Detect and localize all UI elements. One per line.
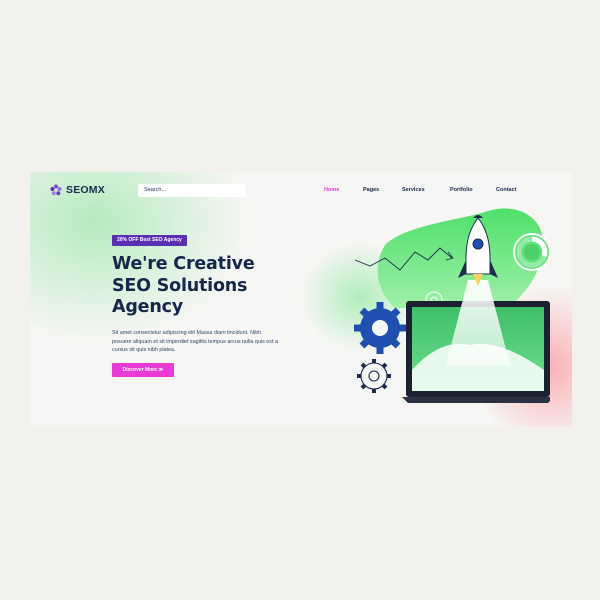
brand-name: SEOMX: [66, 184, 105, 196]
nav-services[interactable]: Services: [402, 187, 425, 193]
hero-description: Sit amet consectetur adipiscing elit Mas…: [112, 330, 278, 353]
gear-outline-icon: [357, 359, 391, 393]
logo-icon: [50, 184, 62, 196]
headline-line-2: SEO Solutions: [112, 275, 248, 296]
nav-contact[interactable]: Contact: [496, 187, 516, 193]
discover-more-button[interactable]: Discover More ≫: [112, 363, 174, 377]
headline-line-3: Agency: [112, 297, 183, 317]
hero-section: SEOMX Home Pages Services Portfolio Cont…: [30, 172, 572, 427]
search-input[interactable]: [138, 184, 246, 197]
hero-illustration: [354, 208, 550, 403]
nav-portfolio[interactable]: Portfolio: [450, 187, 473, 193]
donut-chart-icon: [513, 233, 550, 271]
hero-headline: We're Creative SEO Solutions Agency: [112, 254, 282, 319]
nav-home[interactable]: Home: [324, 187, 339, 193]
offer-badge: 20% OFF Best SEO Agency: [112, 235, 187, 246]
logo[interactable]: SEOMX: [50, 184, 105, 196]
nav-pages[interactable]: Pages: [363, 187, 379, 193]
headline-line-1: We're Creative: [112, 254, 255, 274]
gear-icon: [354, 302, 406, 354]
